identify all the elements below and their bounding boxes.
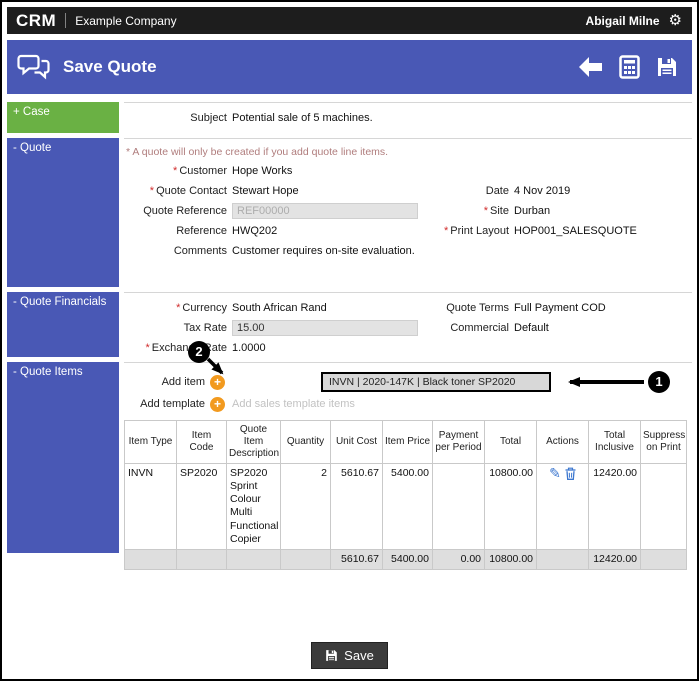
calculator-icon[interactable] (619, 55, 640, 79)
cell-item-price: 5400.00 (382, 463, 433, 550)
footer-actions: Save (7, 642, 692, 669)
crm-window: CRM Example Company Abigail Milne ⚙ Save… (0, 0, 699, 681)
page-title: Save Quote (63, 57, 157, 76)
quote-terms-label: Quote Terms (446, 302, 509, 314)
column-header-actions: Actions (536, 420, 589, 464)
tab-quote-financials[interactable]: - Quote Financials (7, 292, 119, 357)
table-header-row: Item Type Item Code Quote Item Descripti… (124, 420, 687, 464)
totals-row: 5610.67 5400.00 0.00 10800.00 12420.00 (124, 548, 687, 570)
cell-item-type: INVN (124, 463, 177, 550)
print-layout-value: HOP001_SALESQUOTE (514, 225, 637, 237)
comments-label: Comments (173, 245, 227, 257)
tab-quote-items[interactable]: - Quote Items (7, 362, 119, 553)
column-header-description: Quote Item Description (226, 420, 281, 464)
gear-icon[interactable]: ⚙ (669, 13, 682, 28)
save-button-label: Save (344, 648, 374, 663)
section-quote-financials: - Quote Financials * Currency South Afric… (7, 292, 692, 362)
column-header-item-code: Item Code (176, 420, 227, 464)
chat-bubbles-icon (17, 53, 51, 81)
quote-reference-label: Quote Reference (143, 205, 227, 217)
delete-icon[interactable] (565, 467, 576, 480)
totals-item-price: 5400.00 (382, 548, 433, 570)
totals-payment-per-period: 0.00 (432, 548, 485, 570)
edit-icon[interactable]: ✎ (549, 466, 561, 480)
topbar: CRM Example Company Abigail Milne ⚙ (7, 7, 692, 34)
crm-logo: CRM (16, 10, 57, 30)
cell-unit-cost: 5610.67 (330, 463, 383, 550)
tax-rate-label: Tax Rate (183, 322, 227, 334)
column-header-suppress-on-print: Suppress on Print (640, 420, 687, 464)
quote-items-table: Item Type Item Code Quote Item Descripti… (124, 420, 687, 570)
table-row: INVN SP2020 SP2020 Sprint Colour Multi F… (124, 463, 687, 550)
commercial-value: Default (514, 322, 549, 334)
site-label: * Site (483, 205, 509, 217)
currency-label: * Currency (176, 302, 227, 314)
cell-total-inclusive: 12420.00 (588, 463, 641, 550)
app-header: Save Quote (7, 40, 692, 94)
save-button[interactable]: Save (311, 642, 388, 669)
comments-value: Customer requires on-site evaluation. (232, 245, 415, 257)
totals-total: 10800.00 (484, 548, 537, 570)
add-template-row: Add template + Add sales template items (124, 393, 692, 415)
commercial-label: Commercial (450, 322, 509, 334)
back-icon[interactable] (577, 56, 603, 78)
exchange-rate-label: * Exchange Rate (145, 342, 228, 354)
column-header-total: Total (484, 420, 537, 464)
quote-reference-input[interactable]: REF00000 (232, 203, 418, 219)
section-quote-items: - Quote Items Add item + INVN | 2020-147… (7, 341, 692, 570)
save-icon[interactable] (656, 56, 678, 78)
save-button-icon (325, 649, 338, 662)
exchange-rate-value: 1.0000 (232, 342, 266, 354)
cell-total: 10800.00 (484, 463, 537, 550)
user-name: Abigail Milne (585, 13, 660, 28)
reference-value: HWQ202 (232, 225, 278, 237)
currency-value: South African Rand (232, 302, 327, 314)
column-header-payment-per-period: Payment per Period (432, 420, 485, 464)
callout-1: 1 (648, 371, 670, 393)
column-header-total-inclusive: Total Inclusive (588, 420, 641, 464)
site-value: Durban (514, 205, 551, 217)
quote-warning-note: * A quote will only be created if you ad… (126, 146, 389, 158)
add-template-placeholder: Add sales template items (232, 398, 355, 410)
reference-label: Reference (176, 225, 227, 237)
quote-contact-label: * Quote Contact (149, 185, 227, 197)
item-select[interactable]: INVN | 2020-147K | Black toner SP2020 (321, 372, 551, 392)
totals-unit-cost: 5610.67 (330, 548, 383, 570)
print-layout-label: * Print Layout (444, 225, 509, 237)
tab-quote[interactable]: - Quote (7, 138, 119, 287)
column-header-item-price: Item Price (382, 420, 433, 464)
topbar-divider (65, 13, 67, 28)
cell-payment-per-period (432, 463, 485, 550)
callout-2: 2 (188, 341, 210, 363)
add-template-label: Add template (140, 398, 205, 410)
date-label: Date (485, 185, 509, 197)
callout-2-arrow (206, 357, 224, 375)
column-header-item-type: Item Type (124, 420, 177, 464)
quote-terms-value: Full Payment COD (514, 302, 606, 314)
form-sections: + Case Subject Potential sale of 5 machi… (7, 102, 692, 570)
cell-suppress-on-print (640, 463, 687, 550)
add-template-plus-icon[interactable]: + (210, 396, 225, 412)
section-quote: - Quote * A quote will only be created i… (7, 138, 692, 292)
column-header-unit-cost: Unit Cost (330, 420, 383, 464)
customer-value: Hope Works (232, 165, 293, 177)
add-item-row: Add item + INVN | 2020-147K | Black tone… (124, 341, 692, 393)
cell-description: SP2020 Sprint Colour Multi Functional Co… (226, 463, 281, 550)
customer-label: * Customer (173, 165, 227, 177)
tax-rate-input[interactable]: 15.00 (232, 320, 418, 336)
date-value: 4 Nov 2019 (514, 185, 571, 197)
cell-quantity: 2 (280, 463, 331, 550)
tab-case[interactable]: + Case (7, 102, 119, 133)
company-name: Example Company (75, 13, 177, 28)
column-header-quantity: Quantity (280, 420, 331, 464)
cell-item-code: SP2020 (176, 463, 227, 550)
add-item-label: Add item (161, 376, 205, 388)
cell-actions: ✎ (536, 463, 589, 550)
callout-1-arrow (568, 377, 644, 387)
subject-value: Potential sale of 5 machines. (232, 112, 373, 124)
section-case: + Case Subject Potential sale of 5 machi… (7, 102, 692, 138)
subject-label: Subject (190, 112, 227, 124)
quote-contact-value: Stewart Hope (232, 185, 299, 197)
totals-total-inclusive: 12420.00 (588, 548, 641, 570)
